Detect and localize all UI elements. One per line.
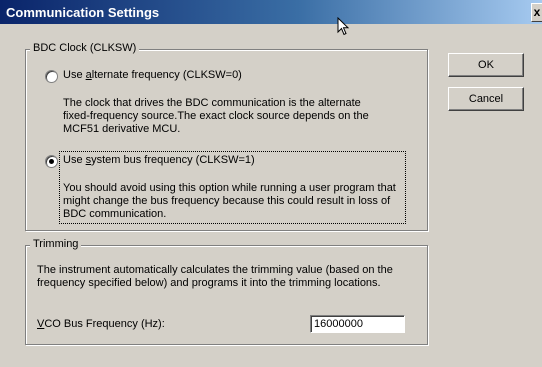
radio-alternate-frequency[interactable] [45,70,58,83]
vco-bus-frequency-label: VCO Bus Frequency (Hz): [37,318,165,330]
vco-bus-frequency-input[interactable]: 16000000 [310,315,405,333]
radio-system-bus-frequency[interactable] [45,155,58,168]
cancel-button[interactable]: Cancel [448,87,524,111]
system-bus-frequency-label[interactable]: Use system bus frequency (CLKSW=1) [63,154,255,166]
mouse-pointer-icon [337,17,350,36]
close-button[interactable]: x [531,3,542,22]
alternate-frequency-description: The clock that drives the BDC communicat… [63,97,369,135]
title-bar[interactable]: Communication Settings x [0,0,542,24]
bdc-clock-group-label: BDC Clock (CLKSW) [30,42,140,54]
trimming-group-label: Trimming [30,238,82,250]
ok-button[interactable]: OK [448,53,524,77]
alternate-frequency-label[interactable]: Use alternate frequency (CLKSW=0) [63,69,242,81]
trimming-description: The instrument automatically calculates … [37,264,393,289]
system-bus-frequency-description: You should avoid using this option while… [63,182,396,220]
window-title: Communication Settings [6,5,160,20]
